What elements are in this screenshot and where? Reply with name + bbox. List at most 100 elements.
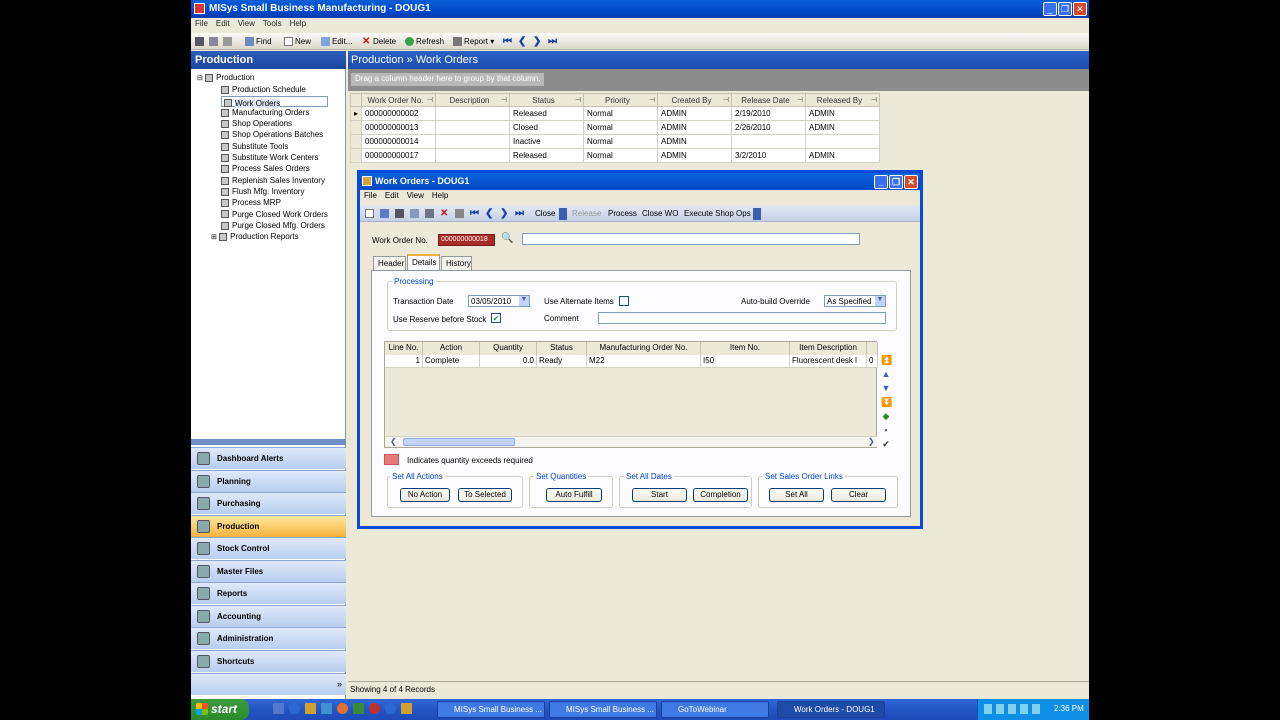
last-record-icon[interactable]: ⏭ [546, 35, 559, 48]
move-up-icon[interactable]: ▲ [881, 369, 891, 379]
report-button[interactable]: Report ▾ [451, 35, 496, 48]
row-selector[interactable] [349, 134, 363, 149]
pin-icon[interactable]: ⊣ [575, 96, 581, 104]
first-record-icon[interactable]: ⏮ [468, 207, 481, 220]
detail-cell[interactable]: Ready [537, 355, 587, 368]
app-icon[interactable] [369, 703, 380, 714]
first-record-icon[interactable]: ⏮ [501, 35, 514, 48]
move-bottom-icon[interactable]: ⏬ [881, 397, 892, 407]
no-action-button[interactable]: No Action [400, 488, 450, 502]
folder-icon[interactable] [401, 703, 412, 714]
row-selector[interactable]: ▸ [349, 106, 363, 121]
tree-item-purge-closed-mfg-orders[interactable]: Purge Closed Mfg. Orders [221, 220, 328, 231]
table-cell[interactable]: Closed [509, 120, 585, 135]
table-cell[interactable]: ADMIN [805, 106, 881, 121]
firefox-icon[interactable] [337, 703, 348, 714]
save-icon[interactable] [393, 207, 408, 220]
ie-icon[interactable] [289, 703, 300, 714]
table-cell[interactable] [435, 148, 511, 163]
horizontal-scrollbar[interactable]: ❮ ❯ [385, 436, 877, 447]
nav-accounting[interactable]: Accounting [191, 604, 346, 627]
tree-item-substitute-tools[interactable]: Substitute Tools [221, 141, 328, 152]
menu-help[interactable]: Help [286, 18, 310, 29]
check-icon[interactable]: ✔ [881, 439, 891, 449]
chevron-down-icon[interactable]: ▼ [519, 296, 529, 306]
column-header[interactable]: Release Date ⊣ [731, 93, 807, 107]
show-desktop-icon[interactable] [273, 703, 284, 714]
prev-record-icon[interactable]: ❮ [483, 207, 495, 220]
tree-item-replenish-sales-inventory[interactable]: Replenish Sales Inventory [221, 175, 328, 186]
save-new-icon[interactable] [423, 207, 438, 220]
dialog-close-button[interactable]: ✕ [904, 175, 918, 189]
detail-cell[interactable]: 1 [385, 355, 423, 368]
pin-icon[interactable]: ⊣ [797, 96, 803, 104]
table-cell[interactable]: 2/26/2010 [731, 120, 807, 135]
comment-field[interactable] [598, 312, 886, 324]
table-cell[interactable]: Inactive [509, 134, 585, 149]
column-header[interactable]: Created By ⊣ [657, 93, 733, 107]
prev-record-icon[interactable]: ❮ [516, 35, 528, 48]
tree-production-reports[interactable]: ⊞ Production Reports [197, 231, 328, 243]
process-button[interactable]: Process [606, 207, 639, 220]
tree-item-process-mrp[interactable]: Process MRP [221, 197, 328, 208]
table-cell[interactable]: Released [509, 106, 585, 121]
scroll-thumb[interactable] [403, 438, 515, 446]
save-icon[interactable] [193, 35, 208, 48]
table-cell[interactable]: ADMIN [657, 106, 733, 121]
wo-number-field[interactable]: 000000000018 [438, 234, 495, 246]
column-header[interactable]: Released By ⊣ [805, 93, 881, 107]
release-button[interactable]: Release [570, 207, 603, 220]
completion-button[interactable]: Completion [693, 488, 748, 502]
delete-line-icon[interactable]: ▪ [881, 425, 891, 435]
pin-icon[interactable]: ⊣ [649, 96, 655, 104]
tree-item-shop-operations[interactable]: Shop Operations [221, 118, 328, 129]
nav-overflow[interactable]: » [191, 673, 346, 695]
set-all-button[interactable]: Set All [769, 488, 824, 502]
start-button[interactable]: Start [632, 488, 687, 502]
task-misys-1[interactable]: MISys Small Business ... [437, 701, 545, 718]
app-icon[interactable] [353, 703, 364, 714]
new-icon[interactable] [363, 207, 378, 220]
start-button[interactable]: start [191, 699, 249, 720]
toolbar-overflow-icon[interactable] [753, 208, 761, 220]
table-cell[interactable]: Released [509, 148, 585, 163]
table-cell[interactable] [435, 134, 511, 149]
table-cell[interactable]: 2/19/2010 [731, 106, 807, 121]
detail-column-header[interactable]: Manufacturing Order No. [587, 342, 701, 355]
detail-column-header[interactable]: Line No. [385, 342, 423, 355]
edit-button[interactable]: Edit... [319, 35, 354, 48]
tab-details[interactable]: Details [407, 254, 440, 270]
group-by-area[interactable]: Drag a column header here to group by th… [348, 69, 1089, 91]
cut-icon[interactable] [221, 35, 236, 48]
row-selector[interactable] [349, 120, 363, 135]
pin-icon[interactable]: ⊣ [501, 96, 507, 104]
next-record-icon[interactable]: ❯ [498, 207, 510, 220]
detail-cell[interactable]: 0.0 [480, 355, 537, 368]
menu-edit[interactable]: Edit [212, 18, 234, 29]
nav-purchasing[interactable]: Purchasing [191, 492, 346, 514]
detail-cell[interactable]: Fluorescent desk l [790, 355, 867, 368]
detail-column-header[interactable]: Quantity [480, 342, 537, 355]
new-button[interactable]: New [282, 35, 313, 48]
dialog-menu-file[interactable]: File [360, 190, 381, 201]
table-cell[interactable]: Normal [583, 148, 659, 163]
scroll-right-icon[interactable]: ❯ [868, 437, 875, 446]
table-row[interactable]: 000000000013 Closed Normal ADMIN 2/26/2010 AD… [349, 120, 881, 135]
table-row[interactable]: ▸ 000000000002 Released Normal ADMIN 2/19/201… [349, 106, 881, 121]
auto-fulfill-button[interactable]: Auto Fulfill [546, 488, 602, 502]
print-icon[interactable] [453, 207, 468, 220]
table-cell[interactable]: Normal [583, 106, 659, 121]
search-icon[interactable]: 🔍 [501, 233, 513, 244]
pin-icon[interactable]: ⊣ [871, 96, 877, 104]
ie-icon[interactable] [385, 703, 396, 714]
detail-column-header[interactable]: Item No. [701, 342, 790, 355]
maximize-button[interactable]: ❐ [1058, 2, 1072, 16]
use-alternate-checkbox[interactable] [619, 296, 629, 306]
tray-icons[interactable] [984, 704, 1044, 714]
tree-item-shop-operations-batches[interactable]: Shop Operations Batches [221, 129, 328, 140]
menu-view[interactable]: View [234, 18, 259, 29]
dialog-maximize-button[interactable]: ❐ [889, 175, 903, 189]
chevron-down-icon[interactable]: ▼ [875, 296, 885, 306]
table-cell[interactable] [731, 134, 807, 149]
delete-button[interactable]: ✕ Delete [360, 35, 398, 48]
